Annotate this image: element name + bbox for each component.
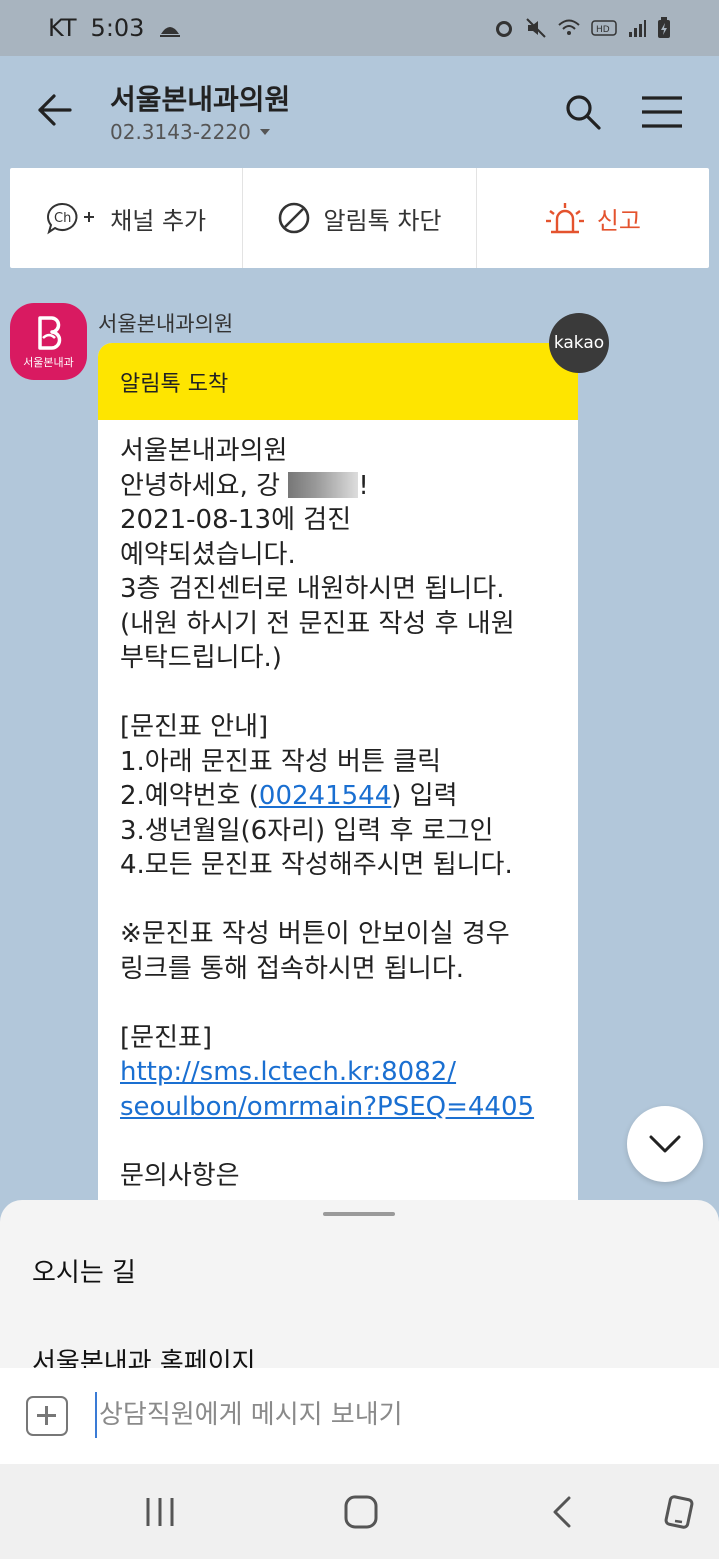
avatar-label: 서울본내과 [23, 355, 74, 369]
message-line: 3층 검진센터로 내원하시면 됩니다. [120, 574, 505, 604]
sheet-drag-handle[interactable] [323, 1212, 395, 1216]
message-line: 1.아래 문진표 작성 버튼 클릭 [120, 746, 441, 777]
wifi-icon [558, 19, 580, 35]
greeting-line: 안녕하세요, 강 ! [120, 470, 369, 501]
channel-avatar[interactable]: 서울본내과 [10, 303, 87, 380]
phone-number: 02.3143-2220 [110, 120, 251, 144]
channel-action-bar: Ch 채널 추가 알림톡 차단 신고 [10, 168, 709, 268]
recent-apps-icon[interactable] [140, 1494, 180, 1530]
reservation-number-link[interactable]: 00241544 [259, 781, 391, 811]
plus-icon[interactable] [26, 1396, 68, 1436]
channel-title: 서울본내과의원 [110, 83, 291, 116]
siren-icon [545, 203, 584, 234]
message-line: ※문진표 작성 버튼이 안보이실 경우 [120, 919, 510, 949]
add-channel-label: 채널 추가 [110, 206, 207, 235]
message-line: 문의사항은 [120, 1160, 240, 1191]
message-line: 2021-08-13에 검진 [120, 505, 352, 535]
report-button[interactable]: 신고 [477, 168, 709, 268]
status-bar: KT 5:03 HD [0, 0, 719, 56]
system-nav-bar [0, 1464, 719, 1559]
kakao-badge: kakao [549, 313, 609, 373]
bottom-menu-sheet: 오시는 길 서울본내과 홈페이지 [0, 1200, 719, 1368]
time-label: 5:03 [90, 14, 145, 42]
message-line: 3.생년월일(6자리) 입력 후 로그인 [120, 815, 494, 846]
add-channel-button[interactable]: Ch 채널 추가 [10, 168, 244, 268]
chevron-down-icon [259, 129, 270, 135]
message-line: [문진표] [120, 1022, 213, 1053]
hd-icon: HD [591, 20, 617, 36]
report-label: 신고 [596, 206, 641, 235]
message-line: 링크를 통해 접속하시면 됩니다. [120, 953, 465, 984]
bubble-title: 알림톡 도착 [98, 343, 578, 420]
brand-b-icon [37, 315, 61, 350]
weather-icon [160, 27, 181, 37]
chat-header: 서울본내과의원 02.3143-2220 [0, 56, 719, 168]
block-icon [279, 202, 310, 234]
menu-icon[interactable] [640, 94, 684, 130]
homepage-menu-item[interactable]: 서울본내과 홈페이지 [32, 1342, 256, 1368]
block-alimtalk-label: 알림톡 차단 [323, 206, 442, 235]
back-nav-icon[interactable] [543, 1494, 583, 1530]
scroll-down-button[interactable] [627, 1106, 703, 1182]
block-alimtalk-button[interactable]: 알림톡 차단 [243, 168, 477, 268]
message-line: (내원 하시기 전 문진표 작성 후 내원 [120, 608, 515, 639]
reservation-line: 2.예약번호 (00241544) 입력 [120, 781, 458, 811]
alarm-icon [496, 21, 512, 37]
channel-phone[interactable]: 02.3143-2220 [110, 120, 271, 144]
questionnaire-link-line2[interactable]: seoulbon/omrmain?PSEQ=4405 [120, 1090, 556, 1125]
sender-name: 서울본내과의원 [98, 312, 234, 336]
mute-icon [526, 18, 546, 38]
message-body: 서울본내과의원안녕하세요, 강 ! 2021-08-13에 검진예약되셨습니다. 3… [98, 420, 578, 1193]
search-icon[interactable] [563, 92, 603, 132]
status-right: HD [493, 17, 671, 39]
status-left: KT 5:03 [48, 14, 182, 42]
channel-add-icon: Ch [47, 202, 95, 235]
message-input[interactable] [95, 1392, 685, 1438]
home-icon[interactable] [341, 1494, 381, 1530]
chevron-down-icon [649, 1135, 681, 1153]
message-line: 4.모든 문진표 작성해주시면 됩니다. [120, 850, 513, 880]
message-line: [문진표 안내] [120, 712, 269, 742]
battery-icon [658, 17, 670, 38]
message-line: 서울본내과의원 [120, 436, 288, 466]
back-arrow-icon[interactable] [34, 90, 74, 130]
message-line: 부탁드립니다.) [120, 643, 282, 673]
carrier-label: KT [48, 14, 77, 42]
redacted-name [288, 471, 359, 498]
questionnaire-link-line1[interactable]: http://sms.lctech.kr:8082/ [120, 1055, 556, 1090]
svg-text:HD: HD [596, 25, 610, 35]
message-line: 예약되셨습니다. [120, 539, 296, 570]
directions-menu-item[interactable]: 오시는 길 [32, 1252, 136, 1289]
message-bubble: 알림톡 도착 서울본내과의원안녕하세요, 강 ! 2021-08-13에 검진예약… [98, 343, 578, 1223]
message-input-bar [0, 1368, 719, 1464]
signal-icon [629, 20, 646, 37]
rotate-screen-icon[interactable] [658, 1494, 698, 1530]
svg-text:Ch: Ch [54, 211, 71, 226]
